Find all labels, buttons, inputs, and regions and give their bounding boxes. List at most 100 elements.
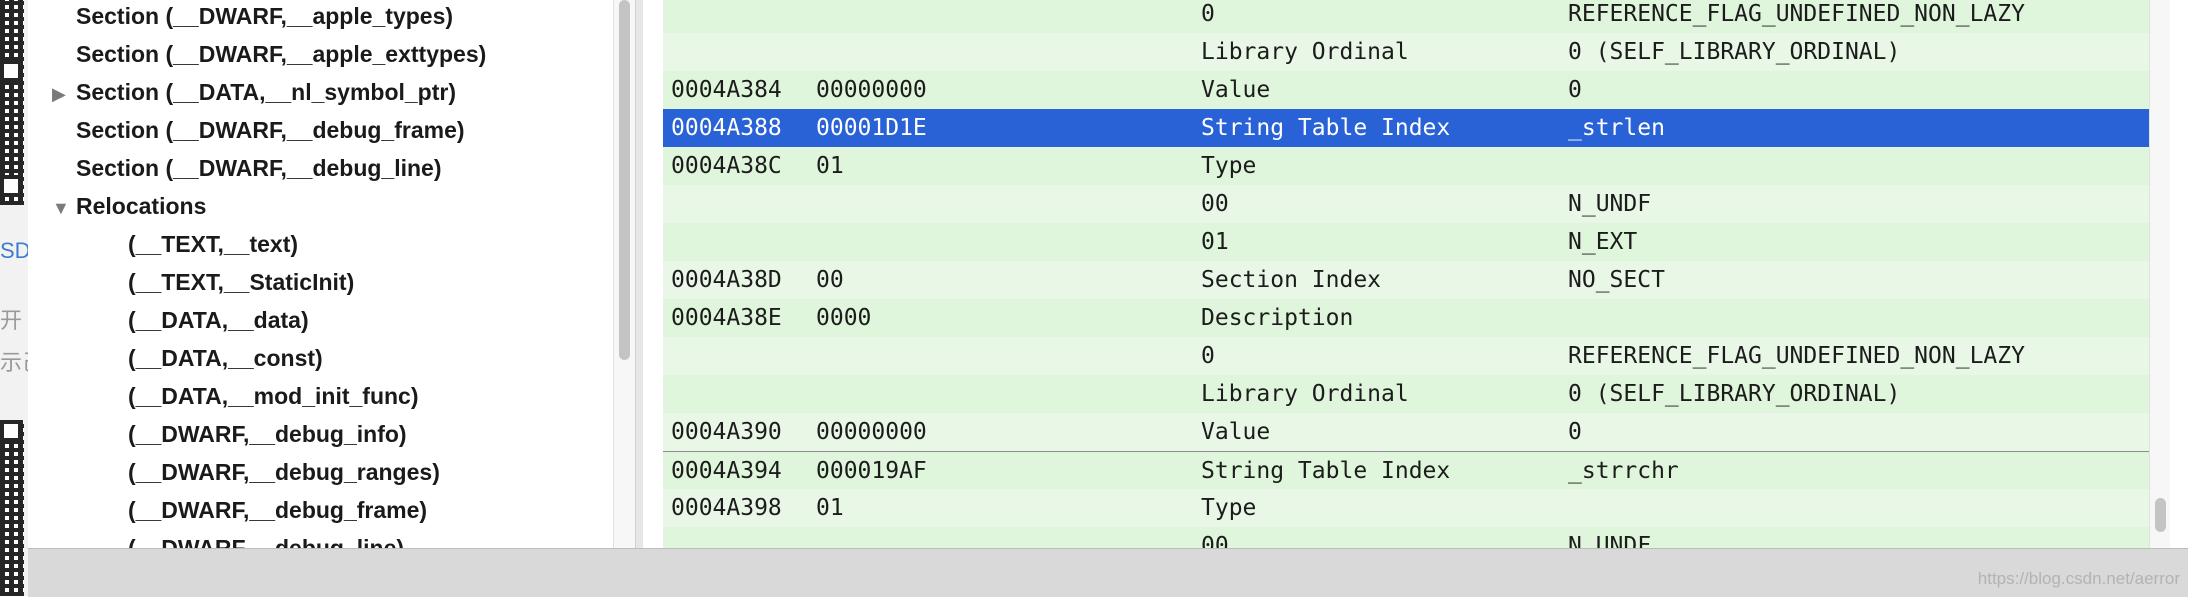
tree-item-label: (__DATA,__data) — [128, 307, 309, 333]
description-cell: 01 — [1201, 229, 1229, 255]
description-cell: Type — [1201, 153, 1257, 179]
detail-table-body: 0 REFERENCE_FLAG_UNDEFINED_NON_LAZY Librar… — [663, 0, 2149, 548]
tree-item[interactable]: ▼ Relocations — [52, 187, 206, 225]
description-cell: Type — [1201, 495, 1257, 521]
description-cell: 0 — [1201, 343, 1215, 369]
data-cell: 00000000 — [816, 419, 927, 445]
tree-item-label: Section (__DATA,__nl_symbol_ptr) — [76, 79, 457, 105]
tree-item-label: Section (__DWARF,__debug_line) — [76, 155, 442, 181]
tree-item[interactable]: (__DATA,__const) — [128, 339, 323, 377]
tree-item[interactable]: Section (__DWARF,__apple_types) — [76, 0, 453, 35]
tree-item[interactable]: (__DATA,__mod_init_func) — [128, 377, 419, 415]
description-cell: Library Ordinal — [1201, 39, 1409, 65]
table-row[interactable]: 0004A398 01 Type — [663, 489, 2149, 527]
offset-cell: 0004A38D — [671, 267, 782, 293]
description-cell: Value — [1201, 419, 1271, 445]
table-scrollbar[interactable] — [2149, 0, 2171, 548]
value-cell: NO_SECT — [1568, 267, 1665, 293]
tree-item[interactable]: (__DWARF,__debug_info) — [128, 415, 407, 453]
table-row[interactable]: 01 N_EXT — [663, 223, 2149, 261]
qr-finder-pattern — [0, 420, 22, 442]
description-cell: 0 — [1201, 1, 1215, 27]
value-cell: REFERENCE_FLAG_UNDEFINED_NON_LAZY — [1568, 343, 2025, 369]
edge-text: 示己 — [0, 350, 28, 375]
table-row[interactable]: 0004A38C 01 Type — [663, 147, 2149, 185]
table-row[interactable]: 0004A394 000019AF String Table Index _strrc… — [663, 451, 2149, 489]
description-cell: Section Index — [1201, 267, 1382, 293]
offset-cell: 0004A384 — [671, 77, 782, 103]
description-cell: String Table Index — [1201, 458, 1451, 484]
edge-link-text: SD — [0, 238, 28, 263]
tree-item[interactable]: Section (__DWARF,__debug_frame) — [76, 111, 465, 149]
data-cell: 0000 — [816, 305, 872, 331]
table-row[interactable]: 0004A38E 0000 Description — [663, 299, 2149, 337]
value-cell: 0 — [1568, 77, 1582, 103]
value-cell: 0 (SELF_LIBRARY_ORDINAL) — [1568, 381, 1901, 407]
adjacent-window-edge: SD 开 示己 — [0, 0, 28, 596]
table-row[interactable]: 00 N_UNDF — [663, 185, 2149, 223]
tree-item-label: (__TEXT,__text) — [128, 231, 299, 257]
value-cell: N_EXT — [1568, 229, 1638, 255]
data-cell: 01 — [816, 495, 844, 521]
offset-cell: 0004A390 — [671, 419, 782, 445]
data-cell: 00001D1E — [816, 115, 927, 141]
table-row[interactable]: 0004A384 00000000 Value 0 — [663, 71, 2149, 109]
tree-item-label: Section (__DWARF,__apple_exttypes) — [76, 41, 487, 67]
tree-item[interactable]: (__DWARF,__debug_ranges) — [128, 453, 440, 491]
table-row[interactable]: 0004A38D 00 Section Index NO_SECT — [663, 261, 2149, 299]
description-cell: Description — [1201, 305, 1354, 331]
tree-item-label: (__DWARF,__debug_ranges) — [128, 459, 440, 485]
bottom-status-bar: https://blog.csdn.net/aerror — [28, 548, 2188, 597]
table-row[interactable]: 0004A390 00000000 Value 0 — [663, 413, 2149, 451]
qr-finder-pattern — [0, 60, 22, 82]
description-cell: 00 — [1201, 191, 1229, 217]
tree-item[interactable]: (__DWARF,__debug_line) — [128, 529, 404, 548]
tree-item-label: Section (__DWARF,__debug_frame) — [76, 117, 465, 143]
tree-item[interactable]: (__DATA,__data) — [128, 301, 309, 339]
structure-tree: Section (__DWARF,__apple_types) Section (… — [28, 0, 613, 548]
data-cell: 01 — [816, 153, 844, 179]
window-right-gutter — [2170, 0, 2188, 548]
value-cell: _strrchr — [1568, 458, 1679, 484]
qr-code-image — [0, 0, 24, 205]
offset-cell: 0004A388 — [671, 115, 782, 141]
data-cell: 000019AF — [816, 458, 927, 484]
description-cell: Value — [1201, 77, 1271, 103]
table-row[interactable]: 0 REFERENCE_FLAG_UNDEFINED_NON_LAZY — [663, 0, 2149, 33]
description-cell: Library Ordinal — [1201, 381, 1409, 407]
tree-item-label: (__DATA,__mod_init_func) — [128, 383, 419, 409]
table-row[interactable]: 00 N_UNDF — [663, 527, 2149, 548]
value-cell: 0 (SELF_LIBRARY_ORDINAL) — [1568, 39, 1901, 65]
tree-item[interactable]: (__TEXT,__text) — [128, 225, 298, 263]
offset-cell: 0004A398 — [671, 495, 782, 521]
tree-item-label: (__DWARF,__debug_frame) — [128, 497, 428, 523]
description-cell: 00 — [1201, 533, 1229, 548]
tree-item-label: (__DWARF,__debug_line) — [128, 535, 405, 548]
table-row[interactable]: Library Ordinal 0 (SELF_LIBRARY_ORDINAL) — [663, 375, 2149, 413]
disclosure-triangle-right-icon[interactable]: ▶ — [52, 75, 70, 113]
data-cell: 00 — [816, 267, 844, 293]
tree-item[interactable]: Section (__DWARF,__debug_line) — [76, 149, 442, 187]
offset-cell: 0004A38E — [671, 305, 782, 331]
tree-scrollbar-thumb[interactable] — [619, 0, 630, 360]
tree-item[interactable]: (__DWARF,__debug_frame) — [128, 491, 427, 529]
tree-item-label: Relocations — [76, 193, 207, 219]
qr-finder-pattern — [0, 175, 22, 197]
qr-code-image — [0, 420, 24, 596]
value-cell: REFERENCE_FLAG_UNDEFINED_NON_LAZY — [1568, 1, 2025, 27]
disclosure-triangle-down-icon[interactable]: ▼ — [52, 189, 70, 227]
tree-item[interactable]: Section (__DWARF,__apple_exttypes) — [76, 35, 486, 73]
table-row-selected[interactable]: 0004A388 00001D1E String Table Index _strle… — [663, 109, 2149, 147]
tree-item-label: (__DWARF,__debug_info) — [128, 421, 407, 447]
table-row[interactable]: 0 REFERENCE_FLAG_UNDEFINED_NON_LAZY — [663, 337, 2149, 375]
value-cell: N_UNDF — [1568, 533, 1652, 548]
tree-item-label: (__TEXT,__StaticInit) — [128, 269, 355, 295]
detail-table: 0 REFERENCE_FLAG_UNDEFINED_NON_LAZY Librar… — [643, 0, 2149, 548]
table-scrollbar-thumb[interactable] — [2155, 498, 2166, 532]
data-cell: 00000000 — [816, 77, 927, 103]
offset-cell: 0004A38C — [671, 153, 782, 179]
tree-item[interactable]: ▶ Section (__DATA,__nl_symbol_ptr) — [52, 73, 456, 111]
tree-item[interactable]: (__TEXT,__StaticInit) — [128, 263, 354, 301]
table-row[interactable]: Library Ordinal 0 (SELF_LIBRARY_ORDINAL) — [663, 33, 2149, 71]
tree-scrollbar[interactable] — [613, 0, 636, 548]
